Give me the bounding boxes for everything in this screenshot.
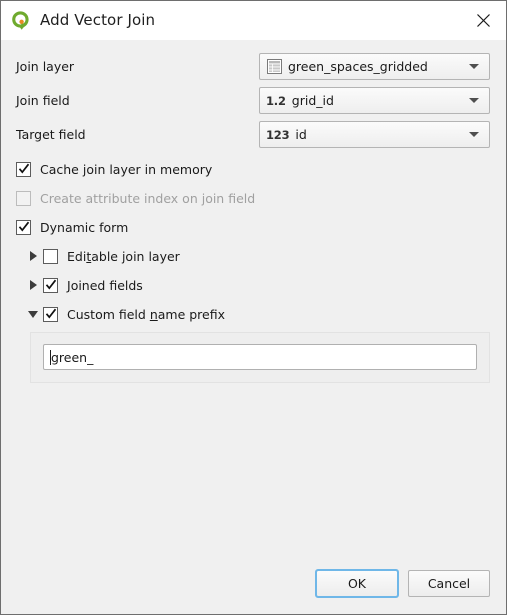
vector-table-icon	[266, 59, 282, 75]
ok-button[interactable]: OK	[315, 568, 399, 598]
prefix-input-value: green_	[51, 349, 94, 365]
dynamic-form-row[interactable]: Dynamic form	[16, 216, 490, 238]
custom-field-name-prefix-row[interactable]: Custom field name prefix	[16, 303, 490, 325]
join-field-combobox[interactable]: 1.2 grid_id	[259, 87, 490, 114]
join-field-label: Join field	[16, 93, 70, 108]
cancel-button[interactable]: Cancel	[408, 569, 490, 597]
joined-fields-row[interactable]: Joined fields	[16, 274, 490, 296]
create-attribute-index-label: Create attribute index on join field	[40, 190, 256, 206]
chevron-down-icon[interactable]	[459, 54, 489, 79]
chevron-down-icon[interactable]	[459, 122, 489, 147]
title-bar: Add Vector Join	[1, 1, 506, 40]
prefix-input[interactable]: green_	[43, 344, 477, 370]
cache-join-layer-row[interactable]: Cache join layer in memory	[16, 158, 490, 180]
integer-field-icon: 123	[266, 127, 290, 142]
prefix-groupbox: green_	[30, 332, 490, 383]
custom-field-name-prefix-label-mnemonic: n	[149, 306, 158, 322]
join-field-value: grid_id	[291, 93, 334, 108]
join-layer-value: green_spaces_gridded	[288, 59, 428, 74]
joined-fields-checkbox[interactable]	[43, 277, 58, 293]
joined-fields-label-after: oined fields	[70, 277, 143, 293]
editable-join-layer-label: Editable join layer	[67, 249, 180, 264]
custom-field-name-prefix-label-after: ame prefix	[157, 306, 226, 322]
custom-field-name-prefix-label: Custom field name prefix	[67, 307, 225, 322]
dynamic-form-checkbox[interactable]	[16, 219, 31, 235]
join-layer-combobox[interactable]: green_spaces_gridded	[259, 53, 490, 80]
dialog-title: Add Vector Join	[40, 11, 156, 29]
qgis-logo-icon	[10, 10, 31, 31]
join-layer-label: Join layer	[16, 59, 75, 74]
dynamic-form-label: Dynamic form	[40, 219, 129, 235]
cache-join-layer-checkbox[interactable]	[16, 161, 31, 177]
triangle-right-icon[interactable]	[23, 275, 43, 295]
triangle-right-icon[interactable]	[23, 246, 43, 266]
target-field-combobox[interactable]: 123 id	[259, 121, 490, 148]
dialog-content: Join layer green_spaces_gridded Join fie…	[1, 40, 506, 558]
cache-join-layer-label: Cache join layer in memory	[40, 161, 213, 177]
target-field-row: Target field 123 id	[16, 121, 490, 148]
join-field-row: Join field 1.2 grid_id	[16, 87, 490, 114]
custom-field-name-prefix-label-before: Custom field	[67, 306, 150, 322]
target-field-label: Target field	[16, 127, 86, 142]
triangle-down-icon[interactable]	[23, 304, 43, 324]
dialog-button-bar: OK Cancel	[1, 558, 506, 614]
decimal-field-icon: 1.2	[266, 93, 286, 108]
create-attribute-index-checkbox	[16, 190, 31, 206]
join-layer-row: Join layer green_spaces_gridded	[16, 53, 490, 80]
custom-field-name-prefix-checkbox[interactable]	[43, 306, 58, 322]
target-field-value: id	[295, 127, 307, 142]
editable-join-layer-checkbox[interactable]	[43, 248, 58, 264]
editable-join-layer-label-before: Edi	[67, 248, 87, 264]
editable-join-layer-label-after: able join layer	[91, 248, 180, 264]
add-vector-join-dialog: Add Vector Join Join layer green_spaces_…	[0, 0, 507, 615]
chevron-down-icon[interactable]	[459, 88, 489, 113]
close-icon[interactable]	[460, 2, 506, 40]
create-attribute-index-row: Create attribute index on join field	[16, 187, 490, 209]
joined-fields-label: Joined fields	[67, 278, 143, 293]
editable-join-layer-row[interactable]: Editable join layer	[16, 245, 490, 267]
